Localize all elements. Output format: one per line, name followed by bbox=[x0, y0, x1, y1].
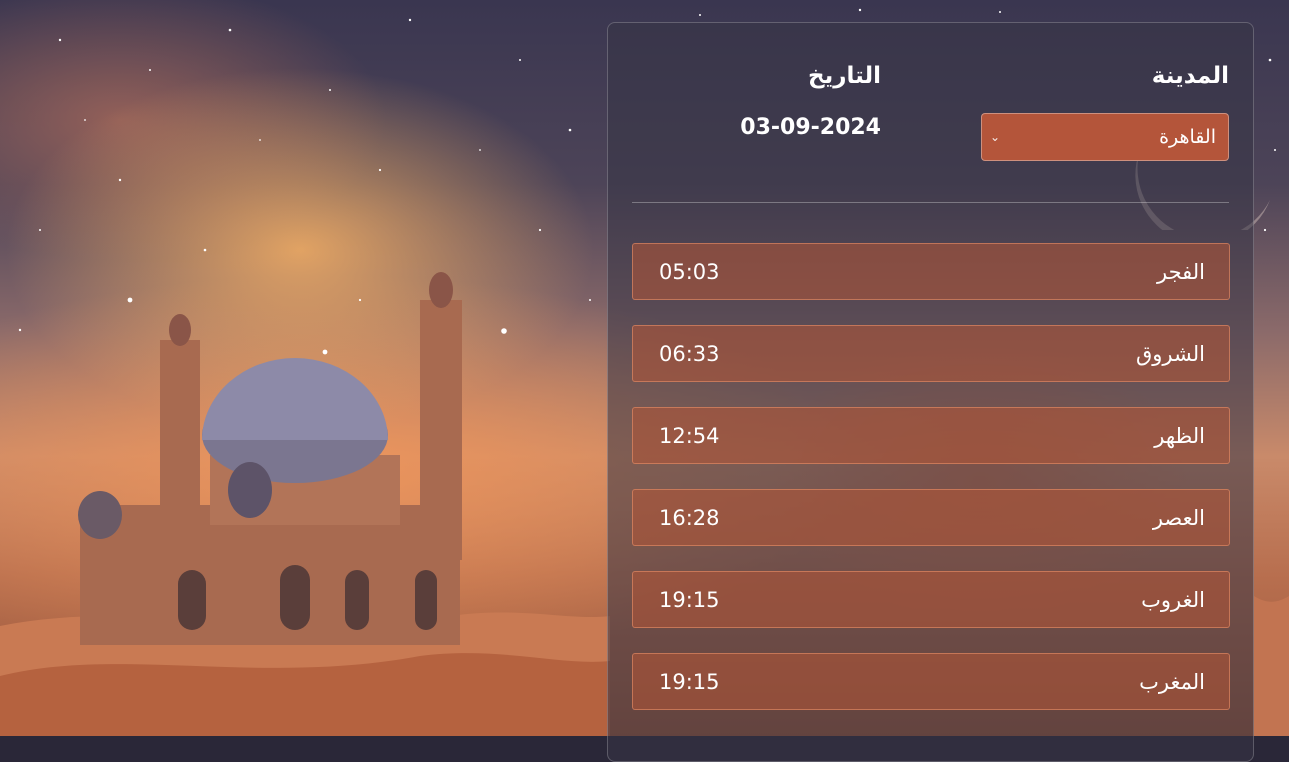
prayer-row-maghrib: المغرب 19:15 bbox=[632, 653, 1230, 710]
prayer-time: 19:15 bbox=[659, 669, 720, 694]
date-label: التاريخ bbox=[808, 63, 881, 89]
prayer-time: 05:03 bbox=[659, 259, 720, 284]
prayer-time: 12:54 bbox=[659, 423, 720, 448]
prayer-name: الفجر bbox=[1157, 259, 1205, 284]
divider bbox=[632, 202, 1229, 203]
prayer-name: المغرب bbox=[1139, 669, 1205, 694]
prayer-name: الغروب bbox=[1141, 587, 1205, 612]
city-select[interactable]: القاهرة ⌄ bbox=[981, 113, 1229, 161]
city-select-value: القاهرة bbox=[1159, 126, 1216, 148]
chevron-down-icon: ⌄ bbox=[990, 130, 1001, 144]
prayer-row-asr: العصر 16:28 bbox=[632, 489, 1230, 546]
prayer-time: 06:33 bbox=[659, 341, 720, 366]
prayer-row-fajr: الفجر 05:03 bbox=[632, 243, 1230, 300]
prayer-name: الظهر bbox=[1154, 423, 1205, 448]
prayer-time: 19:15 bbox=[659, 587, 720, 612]
prayer-row-sunrise: الشروق 06:33 bbox=[632, 325, 1230, 382]
prayer-row-sunset: الغروب 19:15 bbox=[632, 571, 1230, 628]
prayer-times-panel: المدينة التاريخ القاهرة ⌄ 03-09-2024 الف… bbox=[607, 22, 1254, 762]
prayer-name: الشروق bbox=[1136, 341, 1205, 366]
prayer-name: العصر bbox=[1152, 505, 1205, 530]
prayer-time: 16:28 bbox=[659, 505, 720, 530]
prayer-row-dhuhr: الظهر 12:54 bbox=[632, 407, 1230, 464]
mosque-illustration bbox=[78, 272, 462, 645]
city-label: المدينة bbox=[1151, 63, 1229, 89]
date-value: 03-09-2024 bbox=[740, 115, 881, 140]
